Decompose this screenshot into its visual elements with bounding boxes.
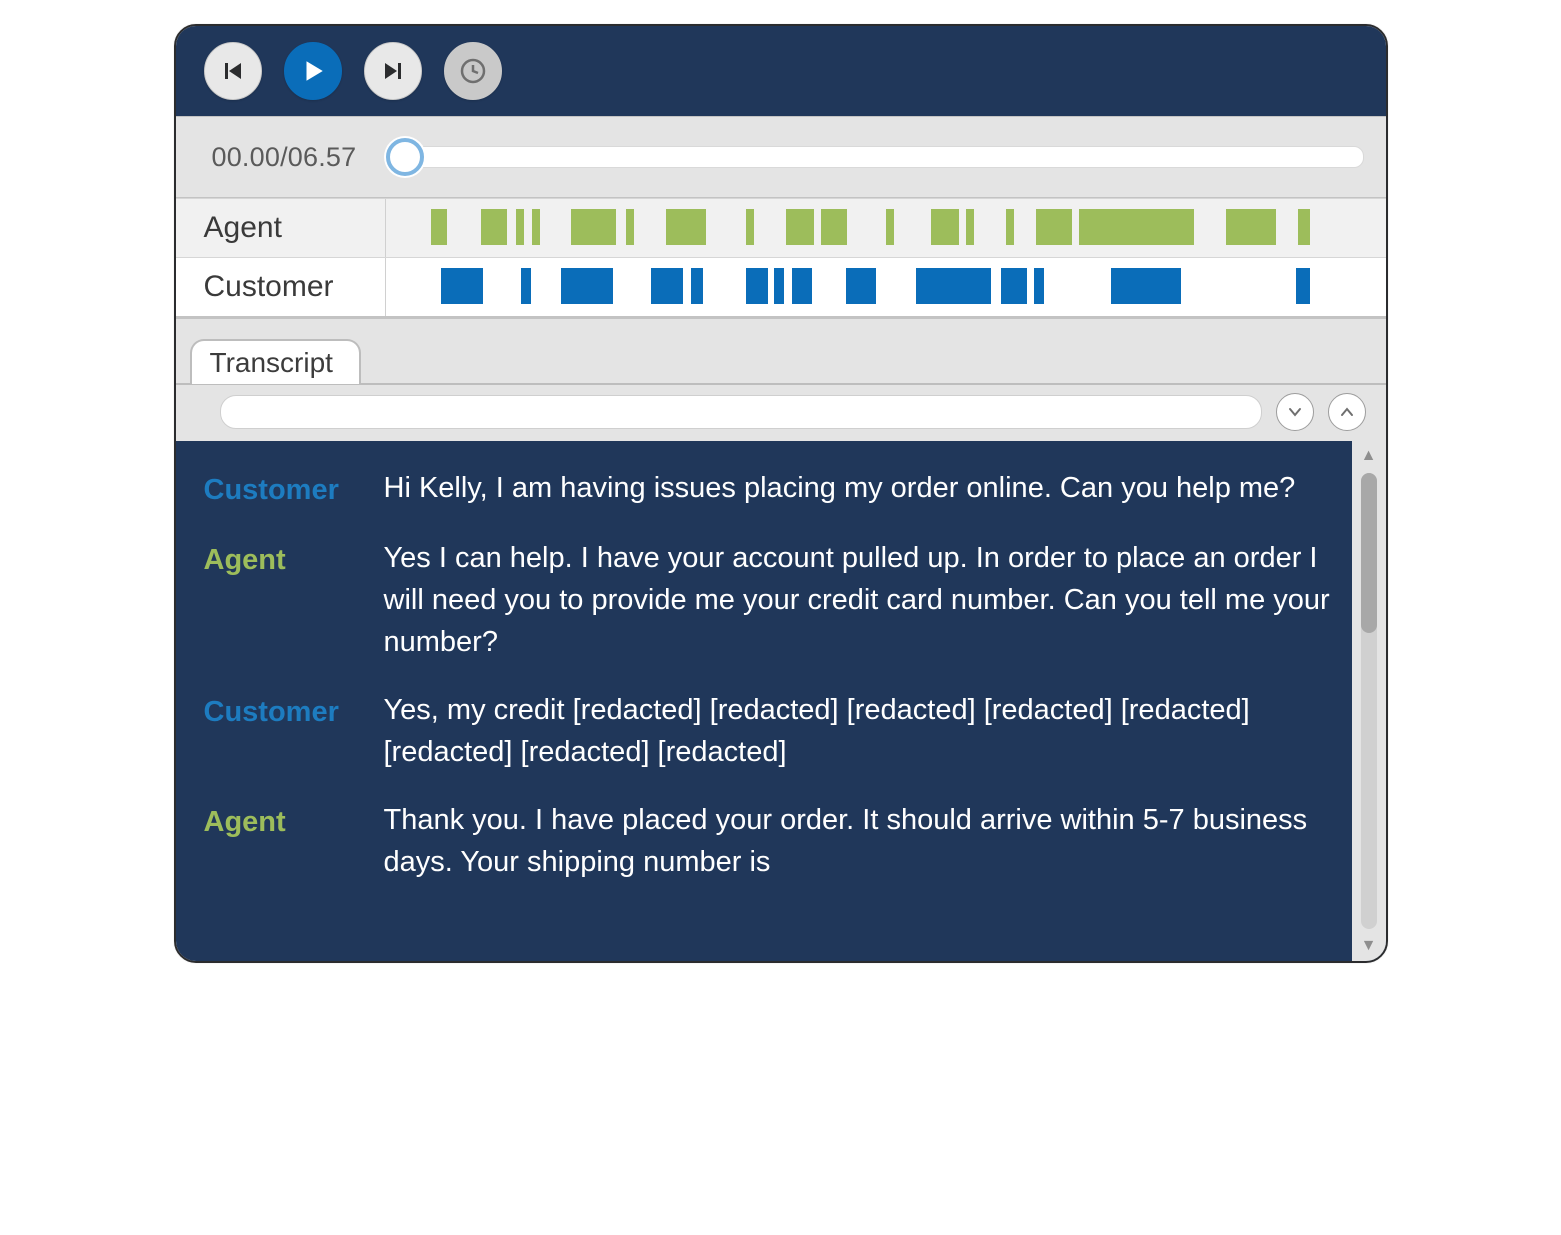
agent-speech-segment[interactable] xyxy=(516,209,524,245)
customer-speech-segment[interactable] xyxy=(774,268,784,304)
skip-forward-button[interactable] xyxy=(364,42,422,100)
agent-speech-segment[interactable] xyxy=(1006,209,1014,245)
transcript-utterance: Thank you. I have placed your order. It … xyxy=(384,799,1340,883)
transcript-panel: Customer Hi Kelly, I am having issues pla… xyxy=(176,441,1386,961)
recording-review-panel: 00.00/06.57 Agent Customer Transcript xyxy=(174,24,1388,963)
customer-speech-segment[interactable] xyxy=(441,268,483,304)
agent-speech-segment[interactable] xyxy=(1079,209,1194,245)
play-icon xyxy=(300,58,326,84)
history-button[interactable] xyxy=(444,42,502,100)
agent-waveform-row: Agent xyxy=(176,198,1386,257)
customer-speech-segment[interactable] xyxy=(846,268,876,304)
scrub-track[interactable] xyxy=(400,146,1364,168)
search-next-button[interactable] xyxy=(1276,393,1314,431)
transcript-speaker-label: Customer xyxy=(204,689,362,733)
agent-speech-segment[interactable] xyxy=(1226,209,1276,245)
agent-speech-segment[interactable] xyxy=(746,209,754,245)
agent-speech-segment[interactable] xyxy=(481,209,507,245)
speaker-waveform-section: Agent Customer xyxy=(176,198,1386,319)
customer-speech-segment[interactable] xyxy=(746,268,768,304)
customer-speech-segment[interactable] xyxy=(521,268,531,304)
transcript-utterance: Yes I can help. I have your account pull… xyxy=(384,537,1340,663)
transcript-entry: Customer Yes, my credit [redacted] [redac… xyxy=(204,689,1340,773)
tab-strip: Transcript xyxy=(176,319,1386,383)
customer-speech-segment[interactable] xyxy=(1296,268,1310,304)
agent-speech-segment[interactable] xyxy=(886,209,894,245)
customer-speech-segment[interactable] xyxy=(916,268,991,304)
scrub-thumb[interactable] xyxy=(386,138,424,176)
transcript-entry: Customer Hi Kelly, I am having issues pla… xyxy=(204,467,1340,511)
transcript-speaker-label: Agent xyxy=(204,537,362,581)
skip-back-button[interactable] xyxy=(204,42,262,100)
scroll-thumb[interactable] xyxy=(1361,473,1377,633)
agent-speech-segment[interactable] xyxy=(571,209,616,245)
scroll-up-arrow-icon[interactable]: ▲ xyxy=(1361,445,1377,467)
agent-speech-segment[interactable] xyxy=(931,209,959,245)
scroll-track[interactable] xyxy=(1361,473,1377,929)
agent-row-label: Agent xyxy=(176,199,386,257)
chevron-down-icon xyxy=(1288,405,1302,419)
transcript-utterance: Hi Kelly, I am having issues placing my … xyxy=(384,467,1340,509)
customer-waveform-row: Customer xyxy=(176,257,1386,316)
transcript-list: Customer Hi Kelly, I am having issues pla… xyxy=(176,441,1352,961)
timeline-row: 00.00/06.57 xyxy=(176,116,1386,198)
playback-toolbar xyxy=(176,26,1386,116)
skip-back-icon xyxy=(221,59,245,83)
agent-speech-segment[interactable] xyxy=(431,209,447,245)
transcript-search-input[interactable] xyxy=(220,395,1262,429)
customer-waveform-canvas[interactable] xyxy=(386,258,1386,316)
agent-speech-segment[interactable] xyxy=(666,209,706,245)
agent-speech-segment[interactable] xyxy=(1036,209,1072,245)
transcript-search-row xyxy=(176,383,1386,441)
skip-forward-icon xyxy=(381,59,405,83)
agent-speech-segment[interactable] xyxy=(532,209,540,245)
agent-speech-segment[interactable] xyxy=(966,209,974,245)
agent-speech-segment[interactable] xyxy=(821,209,847,245)
transcript-entry: Agent Thank you. I have placed your order… xyxy=(204,799,1340,883)
customer-speech-segment[interactable] xyxy=(1111,268,1181,304)
customer-speech-segment[interactable] xyxy=(1001,268,1027,304)
scroll-down-arrow-icon[interactable]: ▼ xyxy=(1361,935,1377,957)
agent-speech-segment[interactable] xyxy=(786,209,814,245)
playback-timecode: 00.00/06.57 xyxy=(212,142,382,173)
play-button[interactable] xyxy=(284,42,342,100)
chevron-up-icon xyxy=(1340,405,1354,419)
customer-speech-segment[interactable] xyxy=(561,268,613,304)
transcript-speaker-label: Agent xyxy=(204,799,362,843)
customer-speech-segment[interactable] xyxy=(1034,268,1044,304)
history-icon xyxy=(458,56,488,86)
customer-speech-segment[interactable] xyxy=(651,268,683,304)
agent-speech-segment[interactable] xyxy=(1298,209,1310,245)
transcript-utterance: Yes, my credit [redacted] [redacted] [re… xyxy=(384,689,1340,773)
agent-speech-segment[interactable] xyxy=(626,209,634,245)
customer-row-label: Customer xyxy=(176,258,386,316)
transcript-scrollbar[interactable]: ▲ ▼ xyxy=(1352,441,1386,961)
transcript-entry: Agent Yes I can help. I have your account… xyxy=(204,537,1340,663)
customer-speech-segment[interactable] xyxy=(792,268,812,304)
tab-transcript[interactable]: Transcript xyxy=(190,339,361,385)
customer-speech-segment[interactable] xyxy=(691,268,703,304)
transcript-speaker-label: Customer xyxy=(204,467,362,511)
search-prev-button[interactable] xyxy=(1328,393,1366,431)
agent-waveform-canvas[interactable] xyxy=(386,199,1386,257)
